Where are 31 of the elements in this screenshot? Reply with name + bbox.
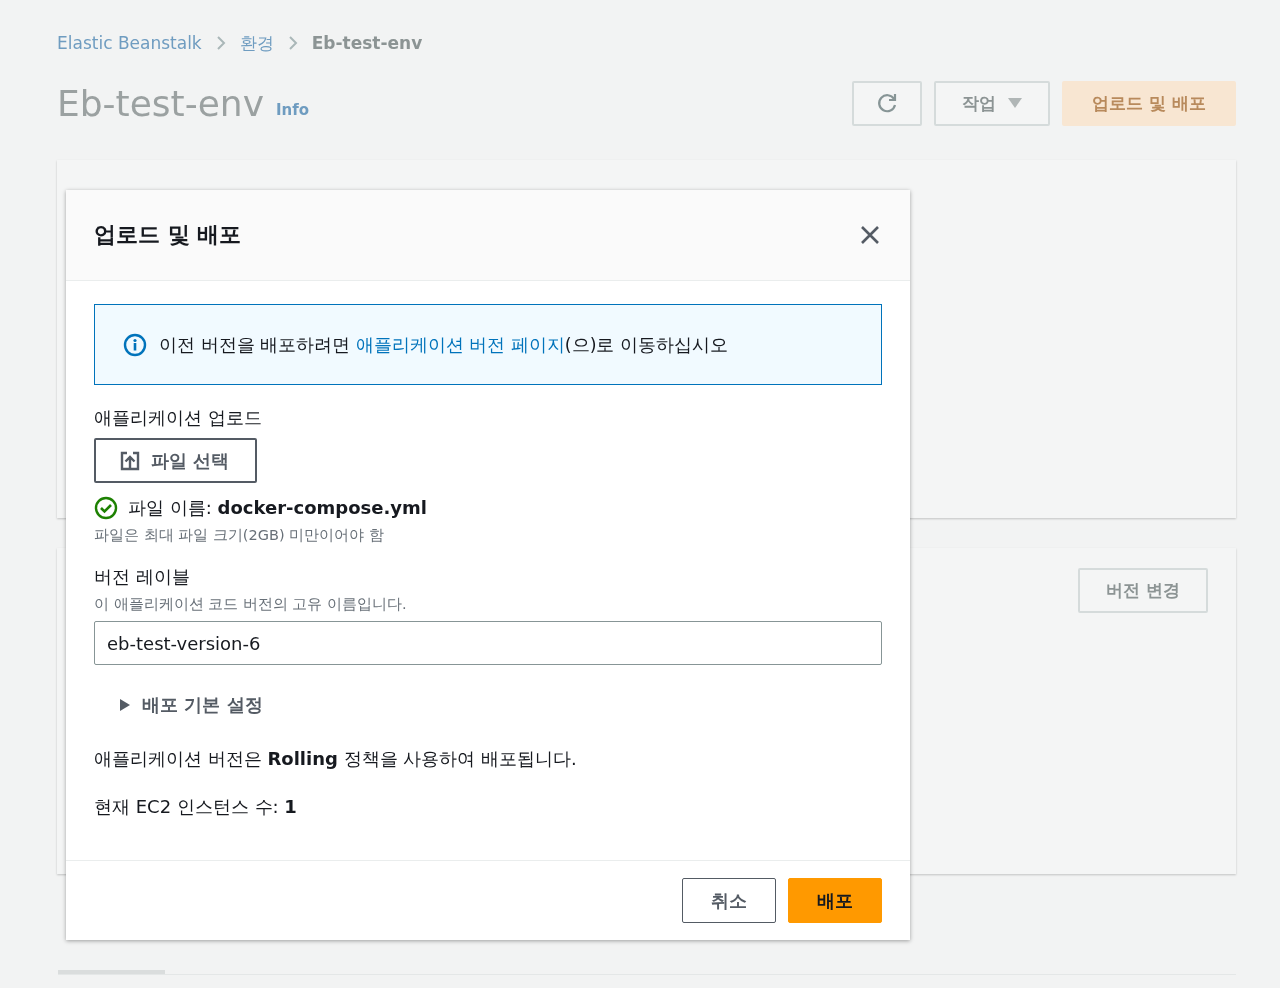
field-label: 애플리케이션 업로드 (94, 407, 263, 430)
upload-deploy-button[interactable]: 업로드 및 배포 (1062, 80, 1236, 126)
chevron-icon (215, 35, 226, 51)
chevron-icon (287, 35, 298, 51)
instance-count-text: 현재 EC2 인스턴스 수: 1 (94, 795, 298, 819)
cancel-button[interactable]: 취소 (682, 878, 776, 923)
breadcrumb-link[interactable]: 환경 (239, 31, 274, 55)
file-name: 파일 이름: docker-compose.yml (128, 496, 427, 520)
refresh-button[interactable] (852, 80, 922, 126)
breadcrumb-current: Eb-test-env (311, 33, 423, 53)
alert-message: 이전 버전을 배포하려면 애플리케이션 버전 페이지(으)로 이동하십시오 (159, 333, 729, 357)
deployment-settings-toggle[interactable]: 배포 기본 설정 (118, 693, 263, 717)
breadcrumb-link[interactable]: Elastic Beanstalk (57, 33, 202, 53)
policy-text: 애플리케이션 버전은 Rolling 정책을 사용하여 배포됩니다. (94, 747, 578, 771)
actions-dropdown[interactable]: 작업 (934, 80, 1050, 126)
page-title: Eb-test-env (57, 82, 264, 124)
field-label: 버전 레이블 (94, 566, 191, 589)
choose-file-button[interactable]: 파일 선택 (94, 438, 257, 483)
refresh-icon (875, 91, 899, 115)
caret-icon (118, 698, 132, 712)
close-icon[interactable] (860, 225, 880, 245)
info-link[interactable]: Info (276, 101, 310, 119)
link[interactable]: 애플리케이션 버전 페이지 (355, 334, 565, 355)
version-label-input[interactable]: eb-test-version-6 (94, 621, 882, 665)
modal-title: 업로드 및 배포 (94, 221, 242, 249)
field-description: 이 애플리케이션 코드 버전의 고유 이름입니다. (94, 595, 408, 614)
change-version-button[interactable]: 버전 변경 (1078, 568, 1208, 613)
deploy-button[interactable]: 배포 (788, 878, 882, 923)
info-icon (123, 332, 147, 357)
file-hint: 파일은 최대 파일 크기(2GB) 미만이어야 함 (94, 526, 385, 545)
upload-icon (119, 449, 141, 472)
